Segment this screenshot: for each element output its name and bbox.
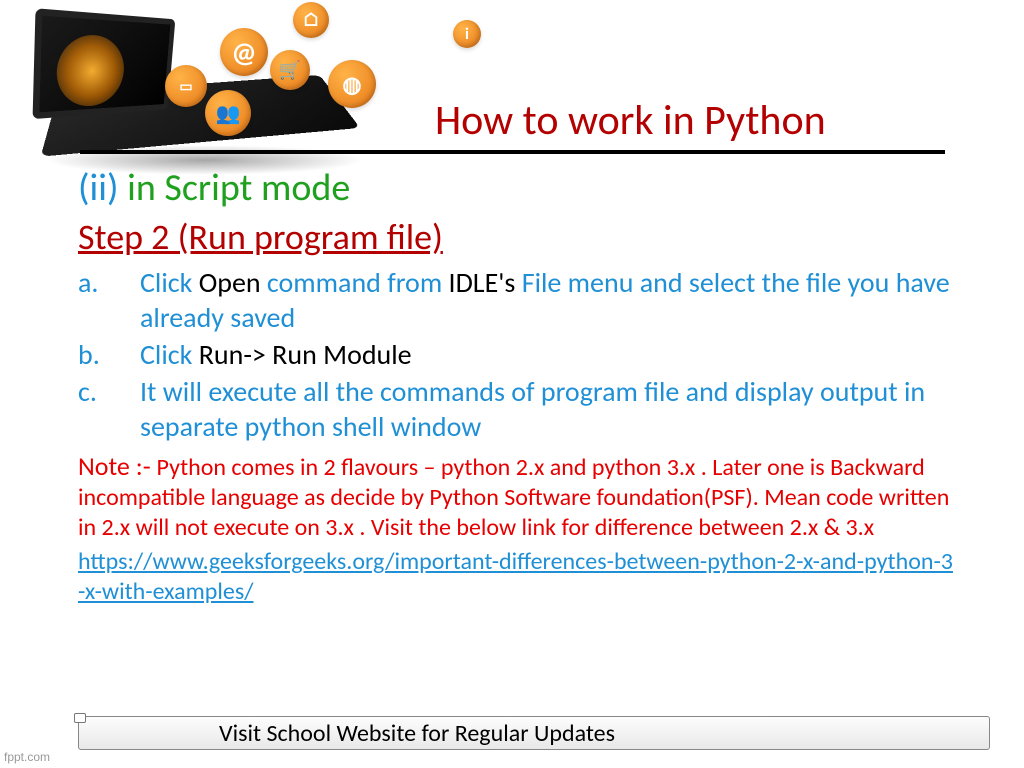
text-segment: Click [140,265,199,300]
item-body: Click Open command from IDLE's File menu… [140,265,958,335]
slide-content: (ii) in Script mode Step 2 (Run program … [78,165,958,607]
step-item-b: b. Click Run-> Run Module [78,337,958,372]
item-letter: a. [78,265,140,335]
text-segment: command from [267,265,449,300]
chat-icon: ▭ [165,65,207,107]
step-heading: Step 2 (Run program file) [78,215,958,259]
step-item-a: a. Click Open command from IDLE's File m… [78,265,958,335]
step-item-c: c. It will execute all the commands of p… [78,374,958,444]
footer-tab-decoration [74,713,86,723]
item-body: It will execute all the commands of prog… [140,374,958,444]
text-segment: Run-> [199,337,272,372]
info-icon: i [453,20,481,48]
footer-text: Visit School Website for Regular Updates [219,719,615,748]
item-letter: b. [78,337,140,372]
home-icon: ⌂ [293,2,329,38]
laptop-illustration: ▭ 👥 @ 🛒 ⌂ ◍ i [55,10,365,160]
text-segment: Open [199,265,267,300]
text-segment: IDLE's [449,265,522,300]
slide-header: ▭ 👥 @ 🛒 ⌂ ◍ i How to work in Python [0,0,1024,155]
note-body: Python comes in 2 flavours – python 2.x … [78,453,949,542]
note-label: Note :- [78,450,157,482]
watermark: fppt.com [4,750,50,764]
cart-icon: 🛒 [270,50,310,90]
slide-title: How to work in Python [435,95,826,146]
globe-icon: ◍ [328,60,376,108]
reference-link[interactable]: https://www.geeksforgeeks.org/important-… [78,547,958,607]
text-segment: Click [140,337,199,372]
text-segment: Run Module [272,337,411,372]
title-divider [80,150,945,154]
subtitle: (ii) in Script mode [78,165,958,211]
laptop-screen [33,8,176,119]
subtitle-roman: (ii) [78,165,119,211]
at-icon: @ [220,28,268,76]
screen-glow [55,34,126,109]
item-body: Click Run-> Run Module [140,337,958,372]
people-icon: 👥 [205,90,251,136]
subtitle-text: in Script mode [127,165,350,211]
footer-banner: Visit School Website for Regular Updates [78,716,990,750]
item-letter: c. [78,374,140,444]
note-block: Note :- Python comes in 2 flavours – pyt… [78,450,958,543]
